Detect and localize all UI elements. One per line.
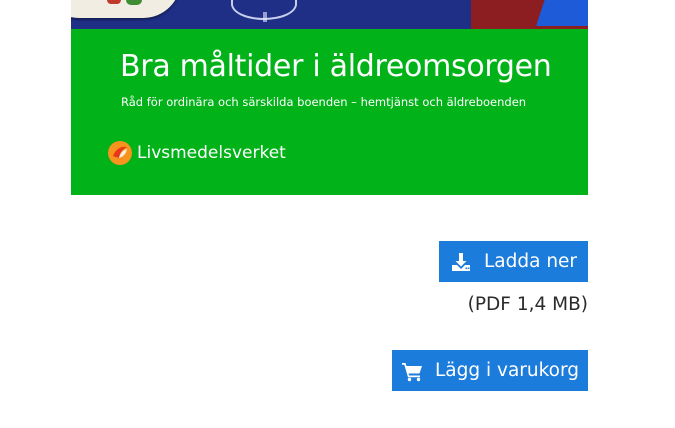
download-button[interactable]: Ladda ner [439, 241, 588, 282]
download-button-label: Ladda ner [483, 251, 578, 272]
livsmedelsverket-logo-icon [108, 141, 132, 165]
cover-subtitle: Råd för ordinära och särskilda boenden –… [121, 95, 527, 109]
cover-photo-strip [71, 0, 588, 29]
publisher-logo: Livsmedelsverket [108, 141, 286, 165]
cover-title: Bra måltider i äldreomsorgen [120, 49, 552, 84]
add-to-cart-button[interactable]: Lägg i varukorg [392, 350, 588, 391]
add-to-cart-label: Lägg i varukorg [434, 360, 580, 381]
download-icon [450, 251, 472, 273]
file-size-info: (PDF 1,4 MB) [467, 294, 588, 315]
publication-cover-image: Bra måltider i äldreomsorgen Råd för ord… [71, 0, 588, 195]
shopping-cart-icon [401, 360, 423, 382]
publisher-name: Livsmedelsverket [137, 143, 286, 163]
cover-green-band: Bra måltider i äldreomsorgen Råd för ord… [71, 29, 588, 195]
